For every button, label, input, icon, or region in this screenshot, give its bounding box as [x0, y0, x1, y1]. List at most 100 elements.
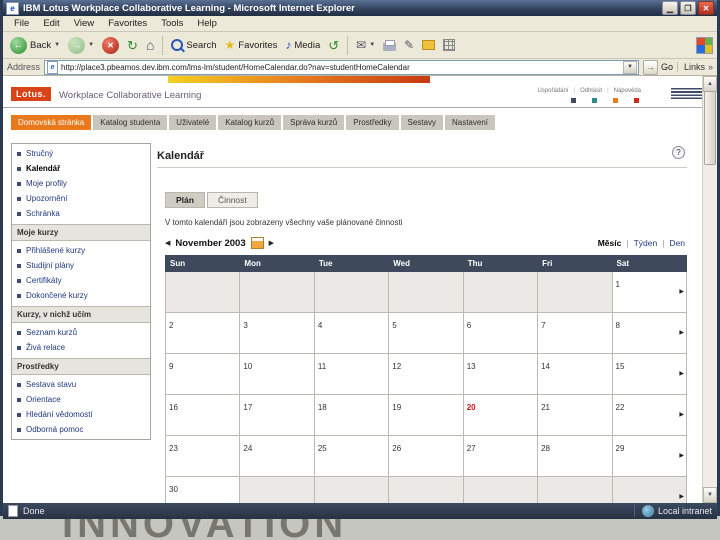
- minimize-button[interactable]: ▁: [662, 1, 678, 15]
- day-cell-3[interactable]: 3: [239, 312, 315, 354]
- sidebar-item-studijni-plany[interactable]: Studijní plány: [12, 258, 150, 273]
- day-cell-8[interactable]: 8 ▶: [611, 312, 688, 354]
- day-cell-5[interactable]: 5: [388, 312, 464, 354]
- day-cell-30[interactable]: 30: [164, 476, 241, 503]
- home-button[interactable]: ⌂: [143, 37, 157, 53]
- next-month-button[interactable]: ▶: [269, 239, 274, 247]
- sidebar-item-ziva-relace[interactable]: Živá relace: [12, 340, 150, 355]
- sidebar-item-dokoncene-kurzy[interactable]: Dokončené kurzy: [12, 288, 150, 303]
- sidebar-item-prihlasene-kurzy[interactable]: Přihlášené kurzy: [12, 243, 150, 258]
- view-tab-plan[interactable]: Plán: [165, 192, 205, 208]
- day-cell-1[interactable]: 1 ▶: [611, 271, 688, 313]
- sidebar-item-hledani-vedomosti[interactable]: Hledání vědomostí: [12, 407, 150, 422]
- day-cell-29[interactable]: 29 ▶: [611, 435, 688, 477]
- scroll-down-icon[interactable]: ▼: [703, 487, 717, 503]
- sidebar-item-upozorneni[interactable]: Upozornění: [12, 191, 150, 206]
- sidebar-item-strucny[interactable]: Stručný: [12, 146, 150, 161]
- menu-item-help[interactable]: Help: [190, 18, 224, 29]
- day-cell-17[interactable]: 17: [239, 394, 315, 436]
- day-cell-16[interactable]: 16: [164, 394, 241, 436]
- sidebar-item-kalendar[interactable]: Kalendář: [12, 161, 150, 176]
- day-cell-21[interactable]: 21: [537, 394, 613, 436]
- nav-tab-sestavy[interactable]: Sestavy: [400, 115, 443, 130]
- help-button[interactable]: ?: [672, 146, 685, 159]
- address-input-wrapper[interactable]: ▼: [44, 59, 639, 75]
- search-button[interactable]: Search: [168, 38, 219, 52]
- history-button[interactable]: ↺: [325, 38, 342, 53]
- row-expand-arrow-icon[interactable]: ▶: [679, 452, 684, 459]
- stop-button[interactable]: ✕: [99, 36, 122, 55]
- day-cell-28[interactable]: 28: [537, 435, 613, 477]
- sidebar-item-odborna-pomoc[interactable]: Odborná pomoc: [12, 422, 150, 437]
- discuss-button[interactable]: [419, 39, 438, 51]
- day-cell-18[interactable]: 18: [313, 394, 390, 436]
- edit-button[interactable]: ✎: [401, 38, 417, 52]
- day-cell-26[interactable]: 26: [388, 435, 464, 477]
- nav-tab-katalog-studenta[interactable]: Katalog studenta: [93, 115, 168, 130]
- range-link-tyden[interactable]: Týden: [634, 238, 658, 248]
- sidebar-item-sestava-stavu[interactable]: Sestava stavu: [12, 377, 150, 392]
- row-expand-arrow-icon[interactable]: ▶: [679, 411, 684, 418]
- mail-dropdown-icon[interactable]: ▼: [369, 42, 375, 48]
- nav-tab-nastaveni[interactable]: Nastavení: [444, 115, 495, 130]
- day-cell-2[interactable]: 2: [164, 312, 241, 354]
- print-button[interactable]: [380, 39, 399, 52]
- sidebar-item-orientace[interactable]: Orientace: [12, 392, 150, 407]
- row-expand-arrow-icon[interactable]: ▶: [679, 329, 684, 336]
- nav-tab-uzivatele[interactable]: Uživatelé: [169, 115, 217, 130]
- day-cell-25[interactable]: 25: [313, 435, 390, 477]
- forward-dropdown-icon[interactable]: ▼: [88, 42, 94, 48]
- address-dropdown-icon[interactable]: ▼: [622, 60, 637, 74]
- menu-item-view[interactable]: View: [67, 18, 101, 29]
- range-link-mesic[interactable]: Měsíc: [598, 238, 622, 248]
- row-expand-arrow-icon[interactable]: ▶: [679, 493, 684, 500]
- prev-month-button[interactable]: ◀: [165, 239, 170, 247]
- day-cell-27[interactable]: 27: [462, 435, 539, 477]
- range-link-den[interactable]: Den: [669, 238, 685, 248]
- back-button[interactable]: ← Back ▼: [7, 36, 63, 55]
- menu-item-favorites[interactable]: Favorites: [101, 18, 154, 29]
- sidebar-item-seznam-kurzu[interactable]: Seznam kurzů: [12, 325, 150, 340]
- utility-link-napoveda[interactable]: Nápověda: [614, 88, 641, 94]
- menu-item-edit[interactable]: Edit: [36, 18, 66, 29]
- nav-tab-katalog-kurzu[interactable]: Katalog kurzů: [218, 115, 282, 130]
- row-expand-arrow-icon[interactable]: ▶: [679, 288, 684, 295]
- address-input[interactable]: [61, 62, 620, 72]
- day-cell-24[interactable]: 24: [239, 435, 315, 477]
- refresh-button[interactable]: ↻: [124, 38, 141, 53]
- day-cell-6[interactable]: 6: [462, 312, 539, 354]
- forward-button[interactable]: → ▼: [65, 36, 97, 55]
- day-cell-19[interactable]: 19: [388, 394, 464, 436]
- utility-link-usporadani[interactable]: Uspořádání: [537, 88, 568, 94]
- back-dropdown-icon[interactable]: ▼: [54, 42, 60, 48]
- day-cell-13[interactable]: 13: [462, 353, 539, 395]
- close-button[interactable]: ✕: [698, 1, 714, 15]
- vertical-scrollbar[interactable]: ▲ ▼: [702, 76, 717, 503]
- date-picker-icon[interactable]: [250, 237, 264, 249]
- messenger-button[interactable]: [440, 38, 458, 52]
- row-expand-arrow-icon[interactable]: ▶: [679, 370, 684, 377]
- media-button[interactable]: ♪ Media: [282, 38, 323, 52]
- day-cell-23[interactable]: 23: [164, 435, 241, 477]
- maximize-button[interactable]: ❐: [680, 1, 696, 15]
- day-cell-9[interactable]: 9: [164, 353, 241, 395]
- nav-tab-sprava-kurzu[interactable]: Správa kurzů: [283, 115, 345, 130]
- go-button[interactable]: → Go: [642, 59, 673, 75]
- day-cell-15[interactable]: 15 ▶: [611, 353, 688, 395]
- day-cell-20[interactable]: 20: [462, 394, 539, 436]
- sidebar-item-moje-profily[interactable]: Moje profily: [12, 176, 150, 191]
- nav-tab-domovska-stranka[interactable]: Domovská stránka: [11, 115, 92, 130]
- day-cell-22[interactable]: 22 ▶: [611, 394, 688, 436]
- menu-item-tools[interactable]: Tools: [154, 18, 190, 29]
- day-cell-10[interactable]: 10: [239, 353, 315, 395]
- utility-link-odhlasit[interactable]: Odhlásit: [580, 88, 602, 94]
- sidebar-item-certifikaty[interactable]: Certifikáty: [12, 273, 150, 288]
- mail-button[interactable]: ✉ ▼: [353, 38, 378, 52]
- view-tab-cinnost[interactable]: Činnost: [206, 192, 258, 208]
- day-cell-4[interactable]: 4: [313, 312, 390, 354]
- favorites-button[interactable]: ★ Favorites: [222, 38, 281, 52]
- sidebar-item-schranka[interactable]: Schránka: [12, 206, 150, 221]
- day-cell-11[interactable]: 11: [313, 353, 390, 395]
- day-cell-12[interactable]: 12: [388, 353, 464, 395]
- nav-tab-prostredky[interactable]: Prostředky: [346, 115, 399, 130]
